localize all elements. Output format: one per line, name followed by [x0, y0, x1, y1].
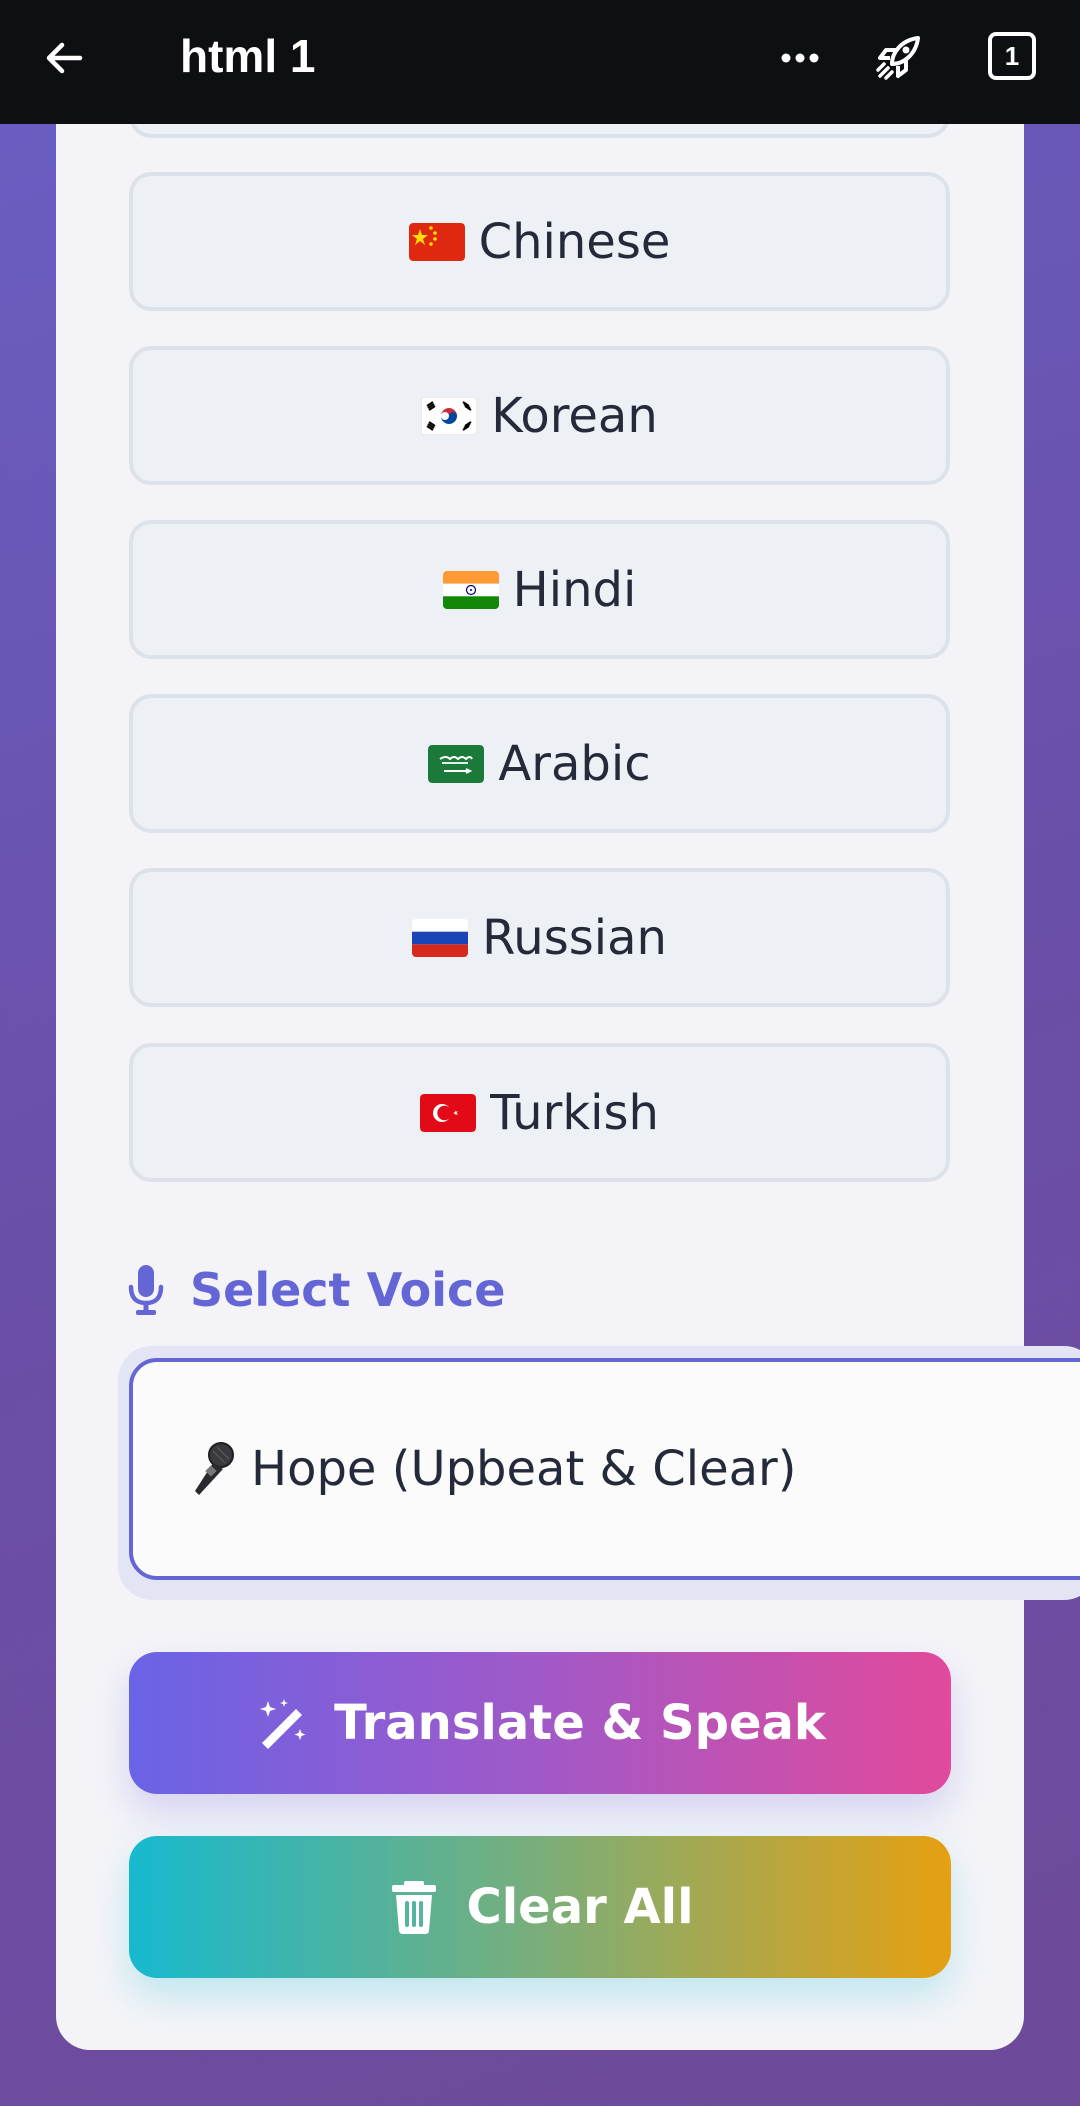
language-label: Chinese — [478, 213, 671, 270]
clear-all-button[interactable]: Clear All — [129, 1836, 951, 1978]
language-label: Hindi — [512, 561, 637, 618]
language-button-hindi[interactable]: Hindi — [129, 520, 950, 659]
back-arrow-icon[interactable] — [40, 34, 88, 82]
language-label: Turkish — [490, 1084, 659, 1141]
translate-speak-label: Translate & Speak — [334, 1695, 826, 1751]
magic-wand-icon — [260, 1699, 306, 1749]
translate-speak-button[interactable]: Translate & Speak — [129, 1652, 951, 1794]
rocket-icon[interactable] — [872, 28, 928, 84]
clear-all-label: Clear All — [466, 1879, 694, 1935]
language-button-turkish[interactable]: Turkish — [129, 1043, 950, 1182]
language-label: Arabic — [498, 735, 651, 792]
select-voice-label: Select Voice — [190, 1263, 506, 1317]
ru-flag-icon — [412, 918, 469, 957]
language-label: Russian — [482, 909, 667, 966]
tr-flag-icon — [420, 1093, 477, 1132]
microphone-icon — [128, 1265, 164, 1315]
voice-select[interactable]: Hope (Upbeat & Clear) — [129, 1358, 1080, 1580]
cn-flag-icon — [408, 222, 465, 261]
select-voice-heading: Select Voice — [128, 1262, 506, 1318]
voice-select-value: Hope (Upbeat & Clear) — [251, 1441, 797, 1497]
page-title: html 1 — [180, 30, 316, 82]
tab-switcher-icon[interactable]: 1 — [988, 32, 1036, 80]
language-button-chinese[interactable]: Chinese — [129, 172, 950, 311]
language-button-russian[interactable]: Russian — [129, 868, 950, 1007]
kr-flag-icon — [421, 396, 478, 435]
language-button-korean[interactable]: Korean — [129, 346, 950, 485]
language-label: Korean — [491, 387, 658, 444]
microphone-emoji-icon — [195, 1442, 234, 1495]
more-dots-icon[interactable] — [776, 34, 824, 82]
trash-icon — [392, 1881, 437, 1934]
app-top-bar: html 1 1 — [0, 0, 1080, 124]
sa-flag-icon — [428, 744, 485, 783]
language-button-arabic[interactable]: Arabic — [129, 694, 950, 833]
in-flag-icon — [442, 570, 499, 609]
